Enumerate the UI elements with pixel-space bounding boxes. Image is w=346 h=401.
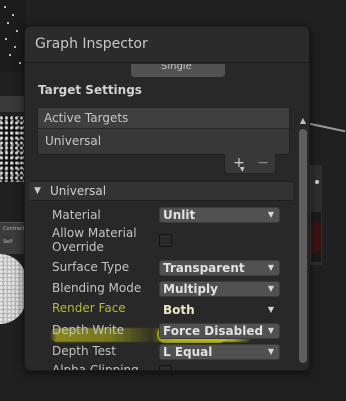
background-sphere-preview <box>311 212 321 262</box>
surface-type-dropdown[interactable]: Transparent ▼ <box>159 260 280 276</box>
chevron-down-icon: ▼ <box>267 347 274 356</box>
partial-dropdown[interactable]: Single <box>131 64 225 77</box>
dropdown-value: Transparent <box>163 261 245 275</box>
chevron-down-icon: ▼ <box>267 326 274 335</box>
partial-dropdown-value: Single <box>161 64 192 72</box>
background-node-card: Contract Self <box>0 222 26 254</box>
property-label: Blending Mode <box>52 281 142 295</box>
active-targets-header: Active Targets <box>38 108 289 129</box>
property-label: Material <box>52 208 101 222</box>
property-label: Allow Material <box>52 226 137 240</box>
dropdown-value: L Equal <box>163 345 213 359</box>
inspector-scrollbar[interactable]: ▲ ▼ <box>297 117 309 370</box>
chevron-down-icon: ▼ <box>267 263 274 272</box>
foldout-arrow-icon[interactable]: ▼ <box>34 186 41 196</box>
inspector-titlebar[interactable]: Graph Inspector <box>25 27 309 63</box>
window-title: Graph Inspector <box>35 36 148 52</box>
graph-editor-background[interactable]: Contract Self Graph Inspector Single Tar… <box>0 0 346 401</box>
foldout-label: Universal <box>50 184 107 198</box>
background-node-preview-top <box>0 0 26 72</box>
render-face-dropdown[interactable]: Both ▼ <box>159 302 280 318</box>
property-label: Render Face <box>52 301 126 315</box>
graph-inspector-window[interactable]: Graph Inspector Single Target Settings A… <box>24 26 310 371</box>
dropdown-value: Both <box>163 303 195 317</box>
scrollbar-thumb[interactable] <box>299 129 307 363</box>
scroll-up-arrow-icon[interactable]: ▲ <box>299 117 307 125</box>
depth-test-dropdown[interactable]: L Equal ▼ <box>159 344 280 360</box>
dropdown-triangle-icon: ▼ <box>240 166 245 173</box>
target-settings-title: Target Settings <box>38 83 142 97</box>
dropdown-value: Force Disabled <box>163 324 264 338</box>
background-node-header <box>0 96 26 112</box>
property-label: Alpha Clipping <box>52 363 139 371</box>
universal-foldout[interactable]: ▼ Universal <box>29 181 293 201</box>
list-buttons: + ▼ − <box>224 154 276 174</box>
material-dropdown[interactable]: Unlit ▼ <box>159 207 280 223</box>
blending-mode-dropdown[interactable]: Multiply ▼ <box>159 281 280 297</box>
background-node-text: Self <box>3 239 13 245</box>
remove-target-button[interactable]: − <box>252 155 274 172</box>
background-edge-wire <box>305 122 346 133</box>
active-targets-list: Active Targets Universal <box>37 107 290 155</box>
chevron-down-icon: ▼ <box>267 284 274 293</box>
property-label: Depth Test <box>52 344 116 358</box>
inspector-content: Single Target Settings Active Targets Un… <box>25 64 309 371</box>
property-label: Surface Type <box>52 260 130 274</box>
background-node-text: Contract <box>3 226 25 232</box>
minus-icon: − <box>257 155 269 171</box>
dropdown-value: Multiply <box>163 282 218 296</box>
alpha-clipping-checkbox[interactable] <box>159 365 172 370</box>
depth-write-dropdown[interactable]: Force Disabled ▼ <box>159 323 280 339</box>
background-noise-preview <box>0 254 26 324</box>
property-label-line2: Override <box>52 240 104 254</box>
port-dot-icon <box>315 180 319 184</box>
dropdown-value: Unlit <box>163 208 196 222</box>
background-noise-preview <box>0 116 26 182</box>
chevron-down-icon: ▼ <box>267 305 274 314</box>
allow-material-override-checkbox[interactable] <box>159 234 172 247</box>
chevron-down-icon: ▼ <box>267 210 274 219</box>
property-label: Depth Write <box>52 323 125 337</box>
add-target-button[interactable]: + ▼ <box>228 155 250 173</box>
target-list-item[interactable]: Universal <box>38 129 289 155</box>
